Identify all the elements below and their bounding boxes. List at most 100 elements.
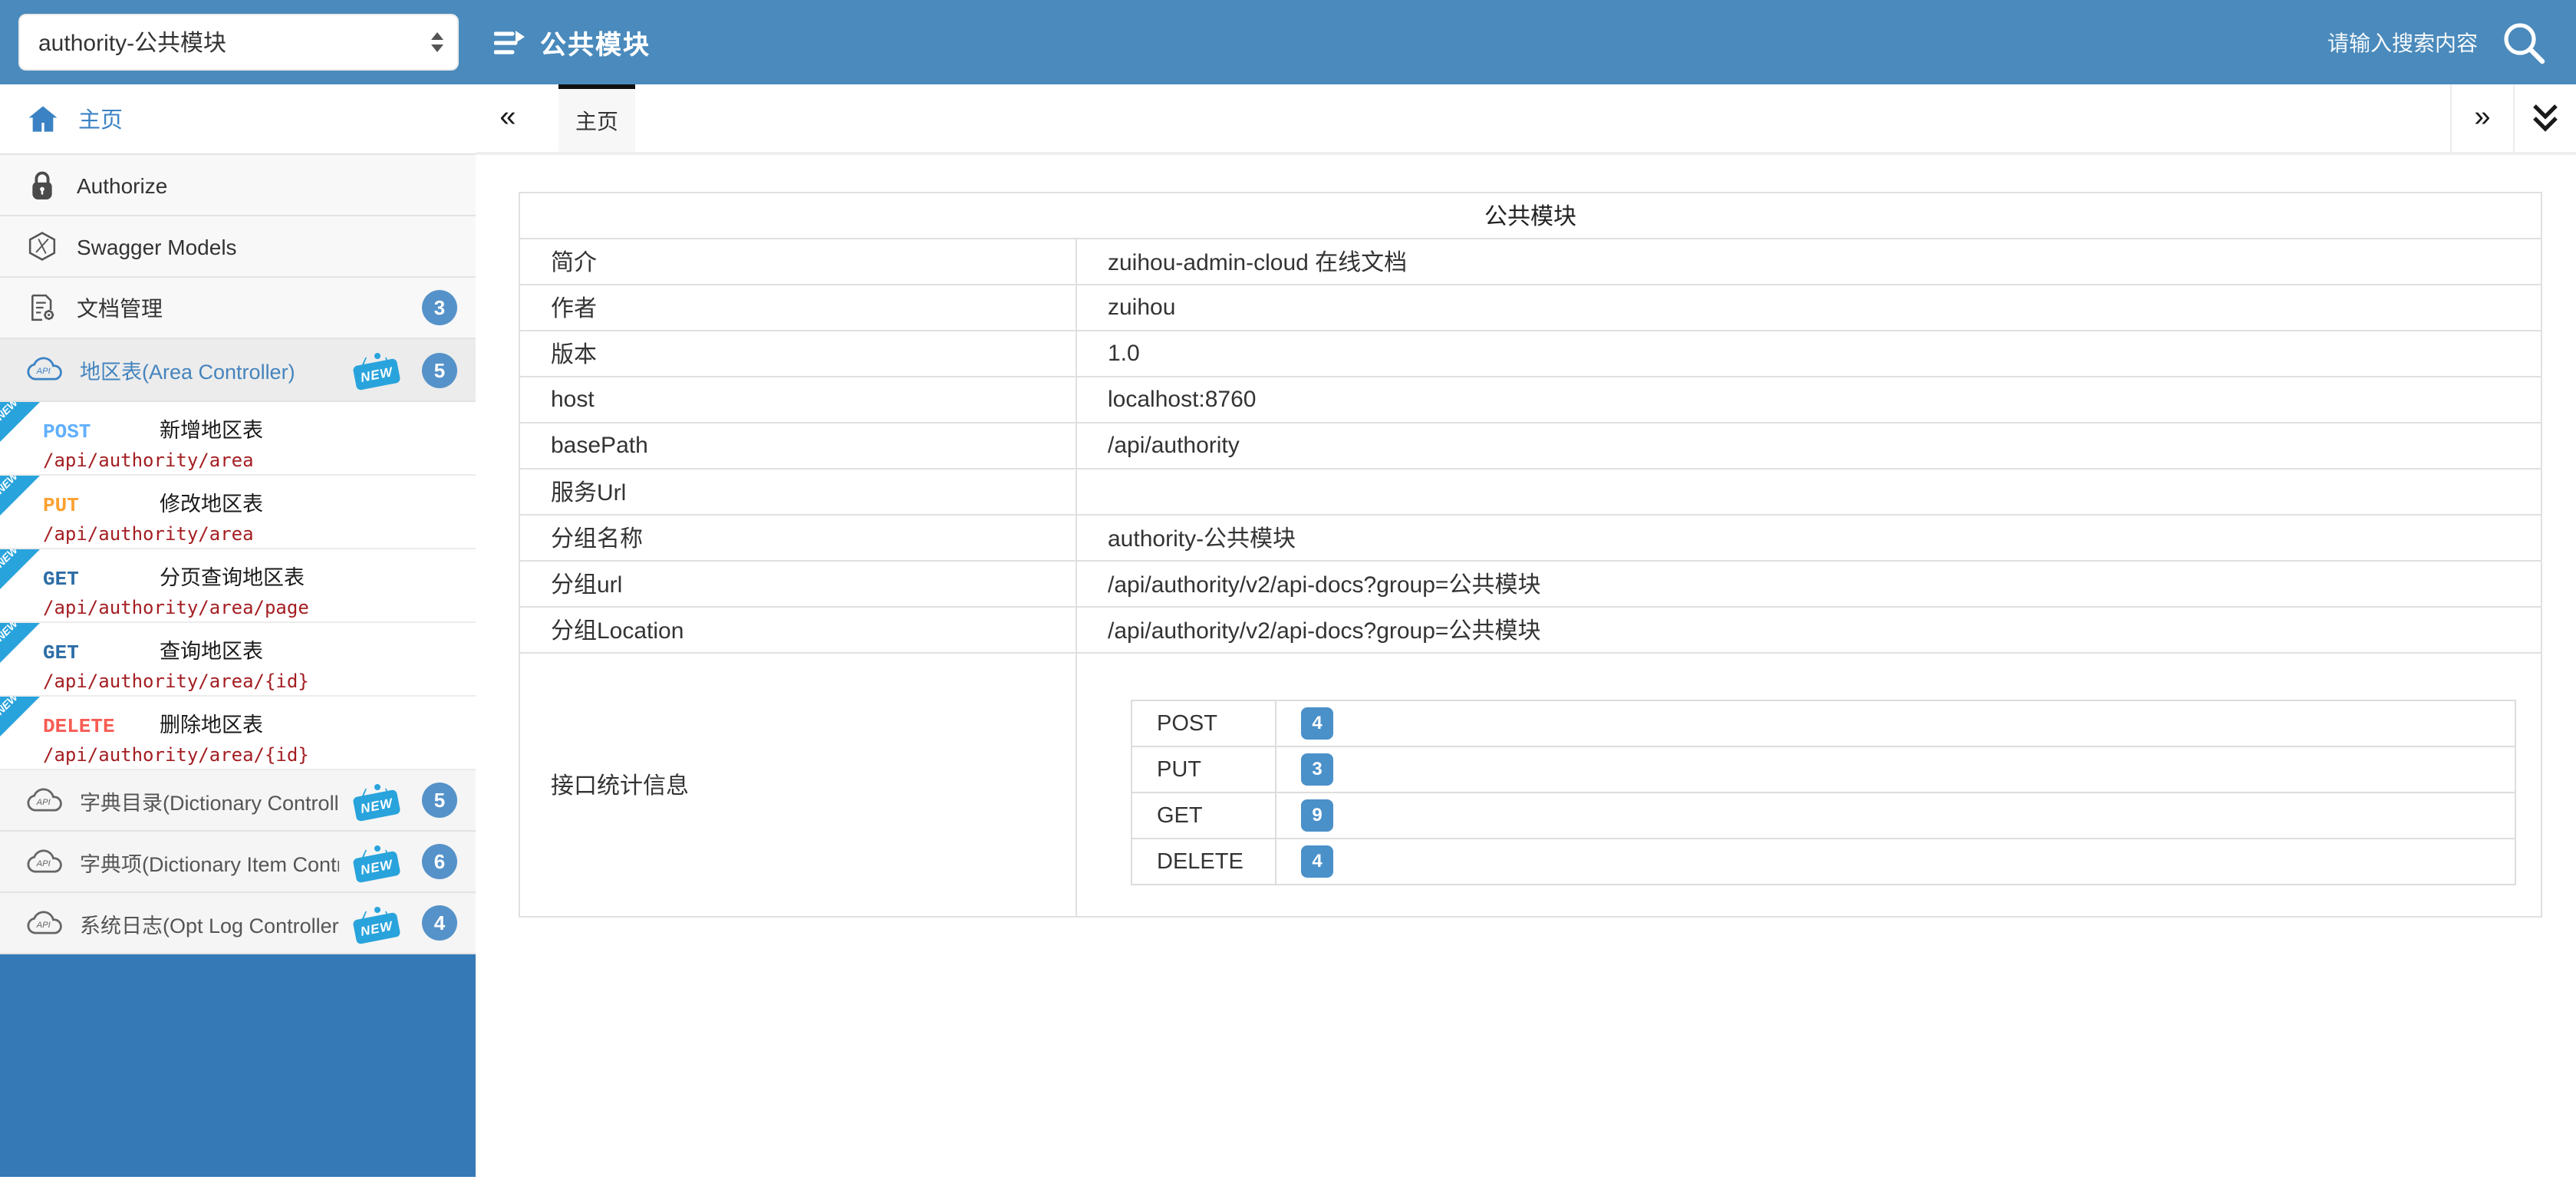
info-label: 简介: [519, 239, 1076, 285]
tab-collapse-button[interactable]: [2513, 84, 2576, 152]
models-icon: [28, 232, 57, 261]
api-item[interactable]: NEW GET 查询地区表 /api/authority/area/{id}: [0, 623, 476, 697]
info-row: 分组url /api/authority/v2/api-docs?group=公…: [519, 561, 2541, 607]
home-icon: [28, 104, 58, 133]
info-label: 分组url: [519, 561, 1076, 607]
cloud-api-icon: API: [25, 786, 64, 814]
sidebar-footer: [0, 954, 476, 1177]
api-path: /api/authority/area/{id}: [43, 744, 466, 766]
controller-item[interactable]: API 字典项(Dictionary Item Controller) NEW …: [0, 832, 476, 893]
api-path: /api/authority/area: [43, 523, 466, 545]
api-method: DELETE: [43, 715, 160, 738]
main-area: « 主页 » 公共模块: [476, 84, 2576, 1183]
info-value: [1076, 469, 2541, 515]
doc-table: 公共模块 简介 zuihou-admin-cloud 在线文档 作者 zuiho…: [519, 192, 2542, 918]
info-row: 服务Url: [519, 469, 2541, 515]
stat-row: POST 4: [1132, 700, 2515, 746]
sidebar-item-swagger-models[interactable]: Swagger Models: [0, 216, 476, 278]
cloud-api-icon: API: [25, 848, 64, 875]
api-list: NEW POST 新增地区表 /api/authority/area NEW P…: [0, 402, 476, 770]
controller-count-badge: 6: [422, 844, 457, 879]
api-item[interactable]: NEW GET 分页查询地区表 /api/authority/area/page: [0, 549, 476, 623]
svg-text:API: API: [36, 858, 51, 868]
stats-row: 接口统计信息 POST 4: [519, 653, 2541, 917]
new-tag-icon: NEW: [354, 906, 400, 940]
new-ribbon-icon: NEW: [0, 402, 40, 442]
app-logo-icon: [494, 28, 526, 56]
controller-count-badge: 5: [422, 352, 457, 387]
new-ribbon-icon: NEW: [0, 476, 40, 516]
api-method: POST: [43, 420, 160, 443]
sidebar-item-doc-manage[interactable]: 文档管理 3: [0, 278, 476, 339]
api-name: 分页查询地区表: [160, 560, 305, 591]
new-ribbon-icon: NEW: [0, 623, 40, 663]
stat-method: DELETE: [1132, 839, 1276, 885]
api-item[interactable]: NEW PUT 修改地区表 /api/authority/area: [0, 476, 476, 549]
sidebar-item-authorize[interactable]: Authorize: [0, 155, 476, 216]
controller-area[interactable]: API 地区表(Area Controller) NEW 5: [0, 339, 476, 402]
api-name: 修改地区表: [160, 486, 263, 517]
select-stepper-icon: [431, 32, 443, 52]
tab-home[interactable]: 主页: [558, 84, 635, 152]
svg-text:API: API: [36, 920, 51, 929]
stat-row: GET 9: [1132, 793, 2515, 839]
info-value: /api/authority/v2/api-docs?group=公共模块: [1076, 561, 2541, 607]
doc-title: 公共模块: [519, 193, 2541, 239]
info-label: 分组名称: [519, 515, 1076, 561]
stat-count-badge: 4: [1301, 845, 1333, 878]
search-input[interactable]: [2248, 30, 2478, 54]
doc-content: 公共模块 简介 zuihou-admin-cloud 在线文档 作者 zuiho…: [476, 155, 2576, 918]
svg-text:API: API: [36, 367, 51, 376]
group-select-value: authority-公共模块: [38, 26, 431, 58]
stat-count-badge: 3: [1301, 753, 1333, 786]
sidebar-item-label: Authorize: [77, 173, 457, 197]
app-root: authority-公共模块 公共模块 主页: [0, 0, 2576, 1183]
info-row: 作者 zuihou: [519, 285, 2541, 331]
api-path: /api/authority/area: [43, 450, 466, 471]
stat-method: POST: [1132, 700, 1276, 746]
tab-scroll-right-button[interactable]: »: [2450, 84, 2513, 152]
api-item[interactable]: NEW DELETE 删除地区表 /api/authority/area/{id…: [0, 697, 476, 770]
api-name: 查询地区表: [160, 634, 263, 664]
controller-item[interactable]: API 字典目录(Dictionary Controller) NEW 5: [0, 770, 476, 832]
api-method: PUT: [43, 494, 160, 517]
info-value: zuihou: [1076, 285, 2541, 331]
controller-count-badge: 4: [422, 905, 457, 941]
stats-value-cell: POST 4 PUT 3: [1076, 653, 2541, 917]
svg-text:API: API: [36, 797, 51, 806]
info-label: 版本: [519, 331, 1076, 377]
document-gear-icon: [28, 293, 57, 322]
controller-count-badge: 5: [422, 783, 457, 818]
info-label: 分组Location: [519, 607, 1076, 653]
info-value: 1.0: [1076, 331, 2541, 377]
app-title-text: 公共模块: [540, 23, 651, 61]
tab-bar: « 主页 »: [476, 84, 2576, 155]
sidebar-item-home[interactable]: 主页: [0, 84, 476, 155]
info-label: 作者: [519, 285, 1076, 331]
info-label: basePath: [519, 423, 1076, 469]
search-icon[interactable]: [2499, 18, 2548, 67]
info-row: 简介 zuihou-admin-cloud 在线文档: [519, 239, 2541, 285]
info-row: 分组Location /api/authority/v2/api-docs?gr…: [519, 607, 2541, 653]
controller-label: 系统日志(Opt Log Controller): [80, 908, 339, 938]
stat-count-cell: 4: [1276, 839, 2515, 885]
controller-label: 地区表(Area Controller): [80, 354, 339, 385]
api-method: GET: [43, 568, 160, 591]
new-tag-icon: NEW: [354, 353, 400, 387]
controller-item[interactable]: API 系统日志(Opt Log Controller) NEW 4: [0, 893, 476, 954]
double-chevron-down-icon: [2530, 101, 2561, 135]
api-path: /api/authority/area/page: [43, 597, 466, 618]
doc-info-rows: 简介 zuihou-admin-cloud 在线文档 作者 zuihou 版本 …: [519, 239, 2541, 653]
tab-scroll-left-button[interactable]: «: [476, 84, 540, 152]
info-label: host: [519, 377, 1076, 423]
stats-inner-table: POST 4 PUT 3: [1131, 700, 2516, 885]
info-value: localhost:8760: [1076, 377, 2541, 423]
stat-count-badge: 4: [1301, 707, 1333, 740]
new-ribbon-icon: NEW: [0, 549, 40, 589]
new-ribbon-icon: NEW: [0, 697, 40, 736]
api-path: /api/authority/area/{id}: [43, 671, 466, 692]
stat-count-cell: 4: [1276, 700, 2515, 746]
api-item[interactable]: NEW POST 新增地区表 /api/authority/area: [0, 402, 476, 476]
controller-label: 字典目录(Dictionary Controller): [80, 785, 339, 816]
group-select[interactable]: authority-公共模块: [18, 14, 459, 71]
